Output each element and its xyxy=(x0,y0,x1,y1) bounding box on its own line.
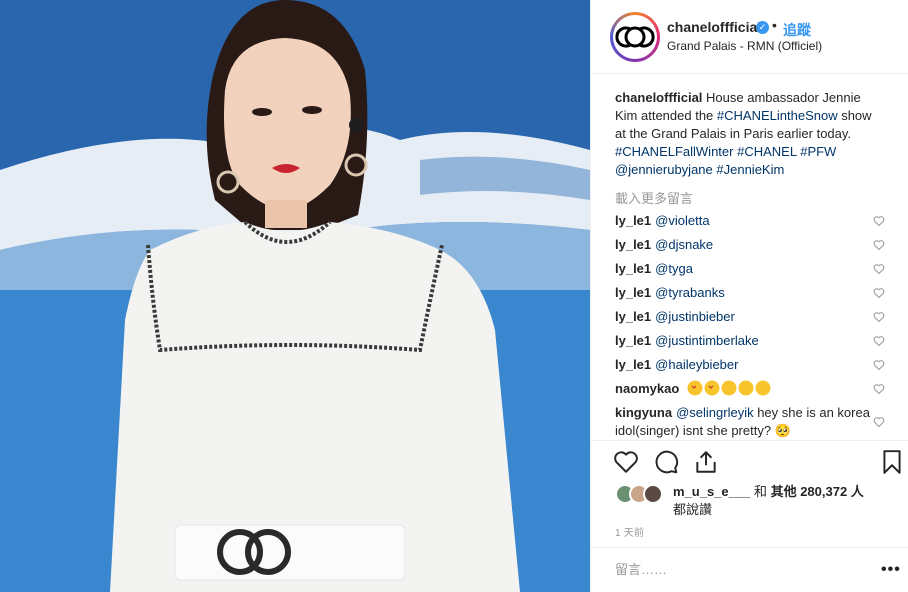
share-icon[interactable] xyxy=(693,449,719,475)
load-more-comments-button[interactable]: 載入更多留言 xyxy=(615,188,693,207)
comment-row: naomykao xyxy=(615,380,885,398)
comment-username[interactable]: ly_le1 xyxy=(615,357,651,372)
post-header: chaneloffficial ✓ • 追蹤 Grand Palais - RM… xyxy=(591,0,908,74)
caption-username[interactable]: chaneloffficial xyxy=(615,90,702,105)
heart-outline-icon[interactable] xyxy=(873,215,885,227)
comment-row: ly_le1 @haileybieber xyxy=(615,356,885,374)
liker-username[interactable]: m_u_s_e___ xyxy=(673,484,750,499)
comment-username[interactable]: ly_le1 xyxy=(615,213,651,228)
comment-row: ly_le1 @violetta xyxy=(615,212,885,230)
hashtag-link[interactable]: #CHANELintheSnow xyxy=(717,108,838,123)
hashtag-link[interactable]: #JennieKim xyxy=(716,162,784,177)
verified-icon: ✓ xyxy=(756,21,769,34)
likes-and: 和 xyxy=(750,484,771,499)
comment-row: ly_le1 @justinbieber xyxy=(615,308,885,326)
comments-list[interactable]: chaneloffficial House ambassador Jennie … xyxy=(591,74,908,440)
comment-mention[interactable]: @tyga xyxy=(655,261,693,276)
avatar[interactable] xyxy=(610,12,660,62)
separator-dot: • xyxy=(772,17,777,33)
add-comment-bar: ••• xyxy=(591,547,908,592)
heart-outline-icon[interactable] xyxy=(873,383,885,395)
comment-row: ly_le1 @justintimberlake xyxy=(615,332,885,350)
comment-username[interactable]: ly_le1 xyxy=(615,261,651,276)
post-photo-illustration xyxy=(0,0,590,592)
comment-username[interactable]: ly_le1 xyxy=(615,285,651,300)
heart-outline-icon[interactable] xyxy=(873,416,885,428)
comment-mention[interactable]: @selingrleyik xyxy=(676,405,754,420)
heart-outline-icon[interactable] xyxy=(873,311,885,323)
heart-outline-icon[interactable] xyxy=(613,449,639,475)
comment-mention[interactable]: @justintimberlake xyxy=(655,333,759,348)
comment-username[interactable]: kingyuna xyxy=(615,405,672,420)
likes-text: m_u_s_e___ 和 其他 280,372 人 都說讚 xyxy=(673,483,893,519)
comment-mention[interactable]: @tyrabanks xyxy=(655,285,725,300)
post-location[interactable]: Grand Palais - RMN (Officiel) xyxy=(667,39,822,53)
follow-button[interactable]: 追蹤 xyxy=(783,20,811,40)
likes-summary: m_u_s_e___ 和 其他 280,372 人 都說讚 xyxy=(591,480,908,520)
emoji-row-icon xyxy=(687,380,771,396)
comment-username[interactable]: naomykao xyxy=(615,381,679,396)
comment-mention[interactable]: @justinbieber xyxy=(655,309,735,324)
comment-row: ly_le1 @djsnake xyxy=(615,236,885,254)
post-side-panel: chaneloffficial ✓ • 追蹤 Grand Palais - RM… xyxy=(590,0,908,592)
comment-icon[interactable] xyxy=(653,449,679,475)
post-photo[interactable] xyxy=(0,0,590,592)
comment-input[interactable] xyxy=(615,562,855,577)
heart-outline-icon[interactable] xyxy=(873,287,885,299)
post-username[interactable]: chaneloffficial xyxy=(667,19,761,35)
more-options-button[interactable]: ••• xyxy=(881,561,901,579)
comment-username[interactable]: ly_le1 xyxy=(615,333,651,348)
comment-row: ly_le1 @tyga xyxy=(615,260,885,278)
likes-count-button[interactable]: 其他 280,372 人 xyxy=(771,484,864,499)
comment-row: kingyuna @selingrleyik hey she is an kore… xyxy=(615,404,885,440)
chanel-logo-icon xyxy=(615,26,655,48)
hashtag-link[interactable]: #CHANELFallWinter xyxy=(615,144,733,159)
heart-outline-icon[interactable] xyxy=(873,359,885,371)
mention-link[interactable]: @jennierubyjane xyxy=(615,162,713,177)
likes-suffix: 都說讚 xyxy=(673,502,713,517)
comment-username[interactable]: ly_le1 xyxy=(615,237,651,252)
bookmark-icon[interactable] xyxy=(879,449,905,475)
heart-outline-icon[interactable] xyxy=(873,263,885,275)
comment-mention[interactable]: @djsnake xyxy=(655,237,713,252)
avatar-image xyxy=(613,15,657,59)
heart-outline-icon[interactable] xyxy=(873,335,885,347)
hashtag-link[interactable]: #PFW xyxy=(800,144,836,159)
heart-outline-icon[interactable] xyxy=(873,239,885,251)
post-actions-bar xyxy=(591,440,908,480)
comment-username[interactable]: ly_le1 xyxy=(615,309,651,324)
comment-row: ly_le1 @tyrabanks xyxy=(615,284,885,302)
post-timestamp[interactable]: 1 天前 xyxy=(615,524,644,539)
hashtag-link[interactable]: #CHANEL xyxy=(737,144,796,159)
comment-mention[interactable]: @haileybieber xyxy=(655,357,738,372)
comment-mention[interactable]: @violetta xyxy=(655,213,709,228)
post-caption: chaneloffficial House ambassador Jennie … xyxy=(615,89,885,179)
avatar[interactable] xyxy=(643,484,663,504)
